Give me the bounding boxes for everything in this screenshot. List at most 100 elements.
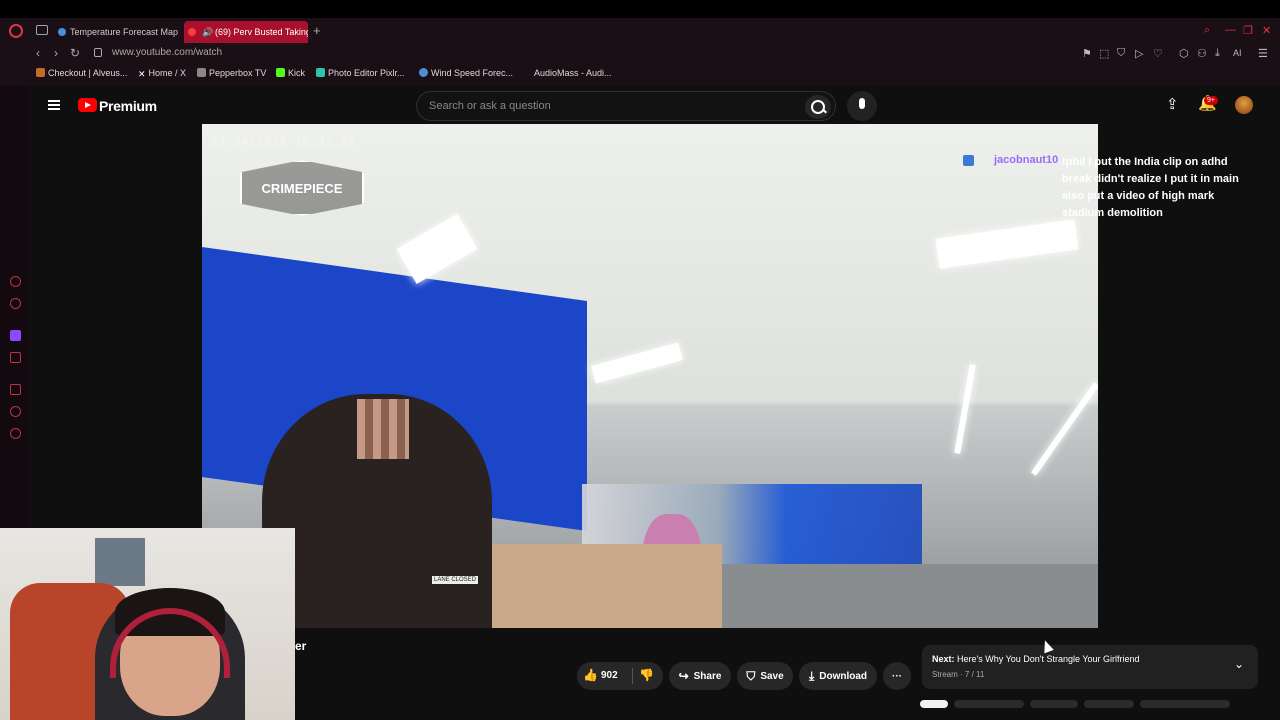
address-row: ‹ › ↻ www.youtube.com/watch ⚑ ⬚ ⛉ ▷ ♡ ⬡ … — [0, 43, 1280, 65]
play-icon[interactable]: ▷ — [1135, 47, 1143, 60]
download-label: Download — [819, 670, 868, 682]
minimize-icon[interactable]: — — [1225, 24, 1236, 36]
sidebar-twitch-icon[interactable] — [10, 330, 21, 341]
menu-icon[interactable] — [48, 100, 60, 110]
chat-badge-icon — [963, 155, 974, 166]
microphone-icon[interactable] — [847, 91, 877, 121]
avatar[interactable] — [1235, 96, 1253, 114]
save-button[interactable]: ⛉ Save — [737, 662, 793, 690]
sidebar-aria-icon[interactable] — [10, 276, 21, 287]
tab-label: Temperature Forecast Map — [70, 27, 179, 37]
next-prefix: Next: — [932, 654, 955, 664]
chip[interactable] — [954, 700, 1024, 708]
download-arrow-icon: ⤓ — [808, 668, 815, 683]
more-label: ··· — [892, 670, 902, 682]
bookmark-pepperbox[interactable]: Pepperbox TV — [197, 68, 266, 78]
search-box[interactable]: Search or ask a question — [416, 91, 836, 121]
video-scene-light — [591, 342, 683, 384]
ai-label: AI — [1233, 48, 1242, 58]
thumbs-down-icon[interactable]: 👎 — [639, 668, 654, 682]
sidebar-crypto-icon[interactable] — [10, 298, 21, 309]
bookmark-label: Wind Speed Forec... — [431, 68, 514, 78]
bookmark-kick[interactable]: Kick — [276, 68, 305, 78]
webcam-shelf — [95, 538, 145, 586]
pixlr-icon — [316, 68, 325, 77]
bookmark-audiomass[interactable]: AudioMass - Audi... — [534, 68, 612, 78]
chip[interactable] — [1084, 700, 1134, 708]
next-up-card[interactable]: Next: Here's Why You Don't Strangle Your… — [922, 645, 1258, 689]
top-strip — [0, 0, 1280, 18]
bookmark-wind-speed[interactable]: Wind Speed Forec... — [419, 68, 513, 78]
close-icon[interactable]: ✕ — [1262, 24, 1271, 37]
lock-icon[interactable] — [94, 48, 102, 57]
snapshot-icon[interactable]: ⬚ — [1099, 47, 1109, 60]
chevron-down-icon[interactable]: ⌄ — [1234, 657, 1244, 671]
like-dislike-group: 👍 902 👎 — [577, 662, 663, 690]
crimepiece-logo-text: CRIMEPIECE — [261, 180, 343, 196]
extensions-icon[interactable]: ⬡ — [1179, 47, 1189, 60]
opera-logo-icon[interactable] — [9, 24, 23, 38]
next-subtitle: Stream · 7 / 11 — [932, 670, 985, 679]
notification-badge: 9+ — [1204, 96, 1218, 105]
video-scene-light — [396, 214, 478, 284]
tab-row: Temperature Forecast Map 🔊 (69) Perv Bus… — [0, 18, 1280, 43]
sidebar-percent-icon[interactable] — [10, 352, 21, 363]
aria-ai-button[interactable]: AI — [1233, 48, 1242, 58]
forward-icon[interactable]: › — [54, 46, 58, 60]
create-upload-icon[interactable]: ⇪ — [1166, 95, 1179, 113]
next-title: Here's Why You Don't Strangle Your Girlf… — [957, 654, 1140, 664]
speaker-icon[interactable]: 🔊 — [202, 21, 213, 43]
crimepiece-logo: CRIMEPIECE — [240, 160, 364, 216]
chat-message: !phil I put the India clip on adhd break… — [1062, 156, 1239, 219]
bottom-chip-row — [920, 700, 1260, 708]
video-player[interactable]: LANE CLOSED 03/04/2025 20:32:00 CRIMEPIE… — [202, 124, 1098, 628]
shield-icon[interactable]: ⛉ — [1117, 47, 1125, 60]
more-actions-button[interactable]: ··· — [883, 662, 911, 690]
new-tab-button[interactable]: + — [313, 23, 321, 38]
search-icon[interactable] — [805, 95, 831, 119]
download-icon[interactable]: ⤓ — [1215, 47, 1220, 60]
video-scene-light — [954, 364, 976, 454]
tab-label: (69) Perv Busted Taking — [215, 27, 308, 37]
sidebar-history-icon[interactable] — [10, 406, 21, 417]
sidebar-settings-icon[interactable] — [10, 428, 21, 439]
youtube-brand[interactable]: Premium — [99, 98, 157, 114]
search-input[interactable]: Search or ask a question — [429, 100, 551, 112]
maximize-icon[interactable]: ❐ — [1243, 24, 1253, 37]
bookmark-alveus[interactable]: Checkout | Alveus... — [36, 68, 127, 78]
bookmark-icon[interactable]: ⚑ — [1082, 47, 1092, 60]
bookmark-pixlr[interactable]: Photo Editor Pixlr... — [316, 68, 405, 78]
x-icon: ✕ — [138, 69, 146, 79]
profile-icon[interactable]: ⚇ — [1197, 47, 1207, 60]
bookmarks-bar: Checkout | Alveus... ✕ Home / X Pepperbox… — [0, 66, 1280, 84]
video-scene-blurred-face — [357, 399, 409, 459]
next-up-title-line: Next: Here's Why You Don't Strangle Your… — [932, 654, 1140, 664]
chip[interactable] — [1140, 700, 1230, 708]
tab-youtube-active[interactable]: 🔊 (69) Perv Busted Taking — [184, 21, 308, 43]
reload-icon[interactable]: ↻ — [70, 46, 80, 60]
tab-switcher-icon[interactable] — [36, 25, 48, 35]
youtube-logo-icon[interactable] — [78, 98, 97, 112]
download-button[interactable]: ⤓ Download — [799, 662, 877, 690]
address-bar[interactable]: www.youtube.com/watch — [112, 47, 222, 58]
like-count[interactable]: 902 — [601, 670, 618, 681]
thumbs-up-icon[interactable]: 👍 — [583, 668, 598, 682]
sidebar-pinboard-icon[interactable] — [10, 384, 21, 395]
chip[interactable] — [1030, 700, 1078, 708]
bookmark-save-icon: ⛉ — [746, 668, 756, 683]
globe-icon — [419, 68, 428, 77]
search-tabs-icon[interactable]: ⌕ — [1204, 24, 1210, 37]
bookmark-label: Home / X — [148, 68, 187, 78]
alveus-icon — [36, 68, 45, 77]
tab-temperature-forecast[interactable]: Temperature Forecast Map — [54, 21, 182, 43]
bookmark-x[interactable]: ✕ Home / X — [138, 68, 187, 79]
share-label: Share — [693, 670, 722, 682]
chat-overlay: jacobnaut10 !phil I put the India clip o… — [963, 154, 1242, 222]
globe-icon — [58, 28, 66, 36]
bookmark-label: Photo Editor Pixlr... — [328, 68, 405, 78]
back-icon[interactable]: ‹ — [36, 46, 40, 60]
chip[interactable] — [920, 700, 948, 708]
easy-setup-icon[interactable]: ☰ — [1258, 47, 1268, 60]
share-button[interactable]: ↪ Share — [669, 662, 731, 690]
heart-icon[interactable]: ♡ — [1153, 47, 1163, 60]
